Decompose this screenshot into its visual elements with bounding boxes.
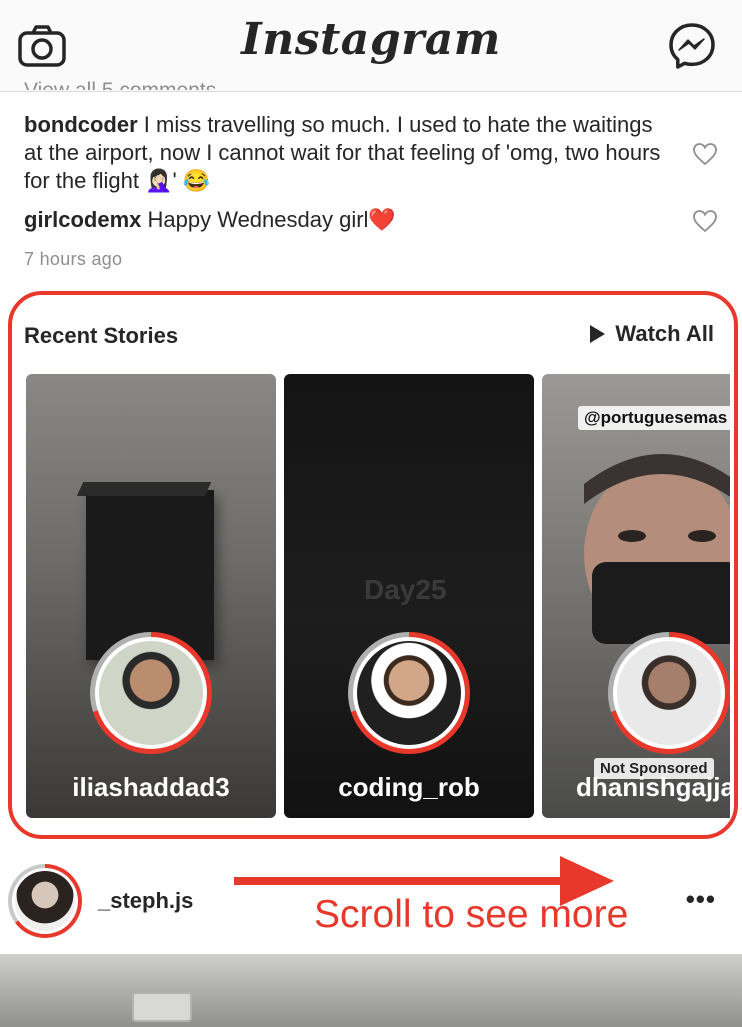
post-image-detail	[132, 992, 192, 1022]
avatar	[99, 641, 203, 745]
like-comment-heart-icon[interactable]	[692, 142, 718, 166]
story-card[interactable]: iliashaddad3	[26, 374, 276, 818]
stories-carousel[interactable]: iliashaddad3 Day25 coding_rob @portugues…	[26, 374, 730, 818]
comment-username[interactable]: bondcoder	[24, 112, 138, 137]
story-card[interactable]: @portuguesemas Not Sponsored dhanishgajj…	[542, 374, 730, 818]
story-avatar-ring	[608, 632, 730, 754]
avatar	[357, 641, 461, 745]
story-avatar-ring	[90, 632, 212, 754]
story-avatar-ring	[348, 632, 470, 754]
post-image[interactable]	[0, 954, 742, 1027]
comment: bondcoder I miss travelling so much. I u…	[24, 111, 664, 195]
more-options-button[interactable]: •••	[686, 884, 716, 915]
post-author-username[interactable]: _steph.js	[98, 888, 193, 914]
app-logo: Instagram	[241, 14, 501, 65]
avatar	[15, 871, 75, 931]
comment: girlcodemx Happy Wednesday girl❤️	[24, 206, 664, 234]
story-face-image	[584, 454, 730, 644]
avatar	[617, 641, 721, 745]
like-comment-heart-icon[interactable]	[692, 209, 718, 233]
messenger-button[interactable]	[666, 20, 718, 72]
messenger-icon	[669, 23, 715, 69]
post-timestamp: 7 hours ago	[24, 249, 123, 269]
story-username: iliashaddad3	[72, 772, 230, 802]
recent-stories-title: Recent Stories	[24, 323, 179, 348]
watch-all-label: Watch All	[615, 321, 714, 346]
comment-text: Happy Wednesday girl❤️	[147, 207, 396, 232]
story-overlay-text: Day25	[364, 574, 447, 605]
story-username: coding_rob	[338, 772, 480, 802]
story-mention-tag: @portuguesemas	[578, 406, 730, 430]
watch-all-button[interactable]: Watch All	[590, 321, 714, 347]
view-all-comments-link[interactable]: View all 5 comments	[24, 76, 216, 90]
story-username: dhanishgajjar	[576, 772, 730, 802]
post-author-avatar[interactable]	[8, 864, 82, 938]
annotation-note: Scroll to see more	[314, 893, 629, 936]
play-icon	[590, 325, 606, 343]
comment-username[interactable]: girlcodemx	[24, 207, 141, 232]
story-card[interactable]: Day25 coding_rob	[284, 374, 534, 818]
